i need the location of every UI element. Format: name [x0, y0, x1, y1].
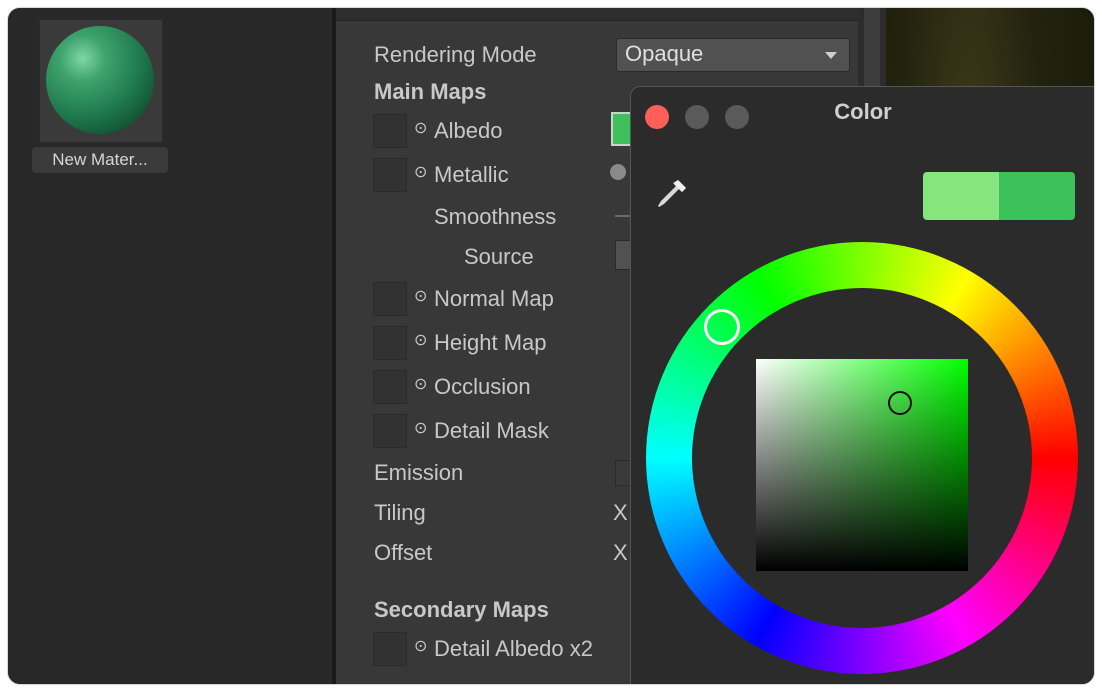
- detail-mask-label: Detail Mask: [434, 418, 549, 443]
- detail-mask-texture-slot[interactable]: [373, 414, 407, 448]
- material-sphere-preview: [46, 26, 154, 134]
- rendering-mode-dropdown[interactable]: Opaque: [616, 38, 850, 72]
- unity-editor-window: New Mater... Rendering Mode Opaque Main …: [8, 8, 1094, 684]
- material-thumbnail[interactable]: [39, 19, 163, 143]
- occlusion-label: Occlusion: [434, 374, 531, 399]
- saturation-value-handle[interactable]: [888, 391, 912, 415]
- chevron-down-icon: [825, 52, 837, 59]
- albedo-texture-slot[interactable]: [373, 114, 407, 148]
- detail-albedo-texture-slot[interactable]: [373, 632, 407, 666]
- eyedropper-icon[interactable]: [651, 175, 691, 215]
- occlusion-target-icon[interactable]: ⊙: [414, 374, 427, 394]
- albedo-target-icon[interactable]: ⊙: [414, 118, 427, 138]
- rendering-mode-value: Opaque: [625, 41, 704, 66]
- saturation-value-square[interactable]: [756, 359, 968, 571]
- color-window-title: Color: [834, 99, 892, 124]
- project-pane: New Mater...: [8, 8, 332, 684]
- occlusion-texture-slot[interactable]: [373, 370, 407, 404]
- main-maps-title: Main Maps: [374, 79, 487, 104]
- height-map-texture-slot[interactable]: [373, 326, 407, 360]
- offset-label: Offset: [374, 540, 433, 565]
- emission-label: Emission: [374, 460, 464, 485]
- detail-albedo-label: Detail Albedo x2: [434, 636, 593, 661]
- previous-color-swatch[interactable]: [923, 172, 999, 220]
- color-preview: [923, 172, 1075, 220]
- detail-albedo-target-icon[interactable]: ⊙: [414, 636, 427, 656]
- inspector-header-strip: [336, 8, 858, 21]
- asset-name-label[interactable]: New Mater...: [32, 147, 168, 173]
- current-color-swatch: [999, 172, 1075, 220]
- tiling-label: Tiling: [374, 500, 426, 525]
- normal-map-target-icon[interactable]: ⊙: [414, 286, 427, 306]
- metallic-label: Metallic: [434, 162, 509, 187]
- metallic-texture-slot[interactable]: [373, 158, 407, 192]
- source-label: Source: [464, 244, 534, 269]
- rendering-mode-label: Rendering Mode: [374, 42, 537, 67]
- smoothness-label: Smoothness: [434, 204, 557, 229]
- secondary-maps-title: Secondary Maps: [374, 597, 549, 622]
- detail-mask-target-icon[interactable]: ⊙: [414, 418, 427, 438]
- offset-x-label: X: [613, 540, 628, 565]
- height-map-target-icon[interactable]: ⊙: [414, 330, 427, 350]
- metallic-slider-handle[interactable]: [610, 164, 626, 180]
- height-map-label: Height Map: [434, 330, 547, 355]
- color-picker-window: Color: [630, 86, 1094, 684]
- normal-map-label: Normal Map: [434, 286, 554, 311]
- metallic-target-icon[interactable]: ⊙: [414, 162, 427, 182]
- tiling-x-label: X: [613, 500, 628, 525]
- hue-handle[interactable]: [704, 309, 740, 345]
- normal-map-texture-slot[interactable]: [373, 282, 407, 316]
- albedo-label: Albedo: [434, 118, 503, 143]
